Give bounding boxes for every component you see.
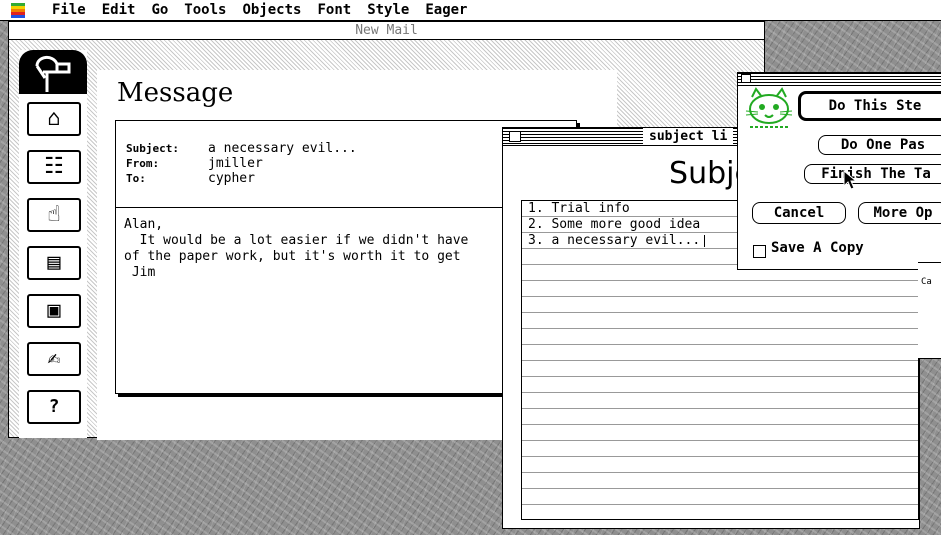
list-item-text[interactable]: 3. a necessary evil...	[528, 233, 700, 248]
apple-menu-icon[interactable]	[8, 1, 36, 19]
message-body[interactable]: Alan, It would be a lot easier if we did…	[124, 217, 468, 281]
more-options-button[interactable]: More Op	[858, 202, 941, 224]
cancel-button[interactable]: Cancel	[752, 202, 846, 224]
calendar-icon[interactable]: ▤	[27, 246, 81, 280]
menu-font[interactable]: Font	[317, 2, 351, 18]
list-item[interactable]: 1. Trial info	[528, 201, 630, 216]
do-one-pass-button[interactable]: Do One Pas	[818, 135, 941, 155]
menu-go[interactable]: Go	[151, 2, 168, 18]
from-label: From:	[126, 157, 160, 170]
menu-eager[interactable]: Eager	[425, 2, 467, 18]
text-cursor	[704, 234, 706, 247]
list-item[interactable]: 2. Some more good idea	[528, 217, 700, 232]
to-value[interactable]: cypher	[208, 171, 255, 186]
do-this-step-button[interactable]: Do This Ste	[798, 91, 941, 121]
home-icon[interactable]: ⌂	[27, 102, 81, 136]
dialog-titlebar[interactable]	[738, 73, 941, 86]
subject-value[interactable]: a necessary evil...	[208, 141, 357, 156]
menu-bar: File Edit Go Tools Objects Font Style Ea…	[0, 0, 941, 21]
hand-icon[interactable]: ☝	[27, 198, 81, 232]
eager-cat-icon	[745, 87, 793, 128]
from-value[interactable]: jmiller	[208, 156, 263, 171]
message-header: Subject: a necessary evil... From: jmiller…	[126, 141, 357, 186]
mail-window-title[interactable]: New Mail	[9, 22, 764, 40]
partial-window: Ca	[918, 262, 941, 359]
save-copy-checkbox[interactable]	[753, 245, 766, 258]
tool-icon-column: ⌂ ☷ ☝ ▤ ▣ ✍ ?	[19, 50, 87, 438]
message-title: Message	[117, 78, 234, 108]
book-icon[interactable]: ☷	[27, 150, 81, 184]
to-label: To:	[126, 172, 146, 185]
close-box-icon[interactable]	[741, 74, 751, 83]
mailbox-icon[interactable]	[19, 50, 87, 94]
subject-window-title: subject li	[643, 128, 734, 145]
subject-label: Subject:	[126, 142, 179, 155]
finish-task-button[interactable]: Finish The Ta	[804, 164, 941, 184]
menu-objects[interactable]: Objects	[242, 2, 301, 18]
help-button[interactable]: ?	[27, 390, 81, 424]
menu-tools[interactable]: Tools	[184, 2, 226, 18]
menu-style[interactable]: Style	[367, 2, 409, 18]
list-item-current[interactable]: 3. a necessary evil...	[528, 233, 706, 248]
mouse-pointer-icon	[843, 170, 857, 190]
eager-dialog: Do This Ste Do One Pas Finish The Ta Can…	[737, 72, 941, 270]
save-copy-label: Save A Copy	[771, 240, 864, 256]
card-stack-icon[interactable]: ▣	[27, 294, 81, 328]
menu-edit[interactable]: Edit	[102, 2, 136, 18]
close-box-icon[interactable]	[509, 131, 521, 142]
writing-hand-icon[interactable]: ✍	[27, 342, 81, 376]
partial-window-text: Ca	[921, 277, 932, 287]
menu-file[interactable]: File	[52, 2, 86, 18]
